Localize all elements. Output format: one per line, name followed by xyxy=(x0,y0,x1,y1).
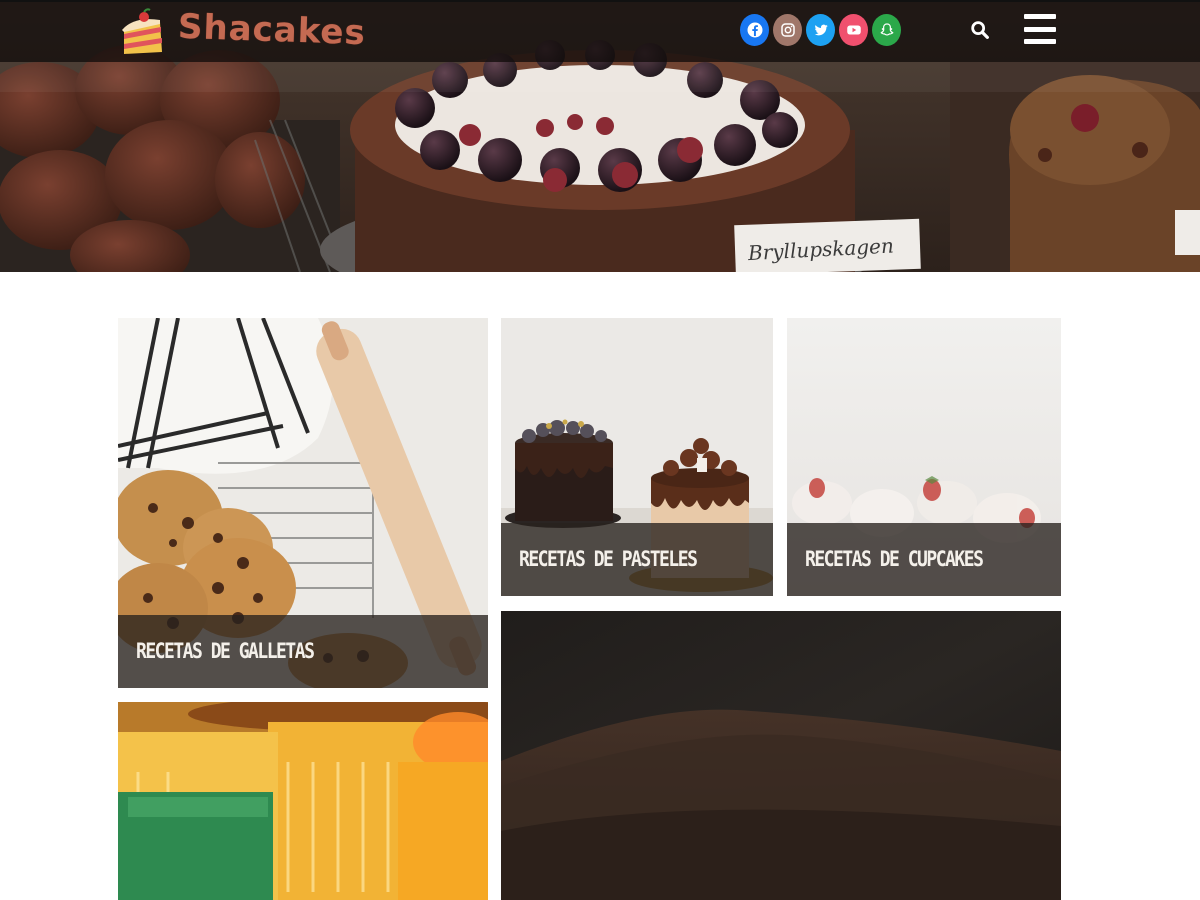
menu-line xyxy=(1024,26,1056,32)
featured-tile[interactable] xyxy=(501,611,1061,900)
category-label: RECETAS DE CUPCAKES xyxy=(805,547,984,572)
twitter-button[interactable] xyxy=(806,14,835,46)
snapchat-icon xyxy=(880,23,893,36)
hero-banner: Bryllupskagen Shacakes xyxy=(0,0,1200,272)
category-caption: RECETAS DE CUPCAKES xyxy=(787,523,1061,596)
category-caption: RECETAS DE PASTELES xyxy=(501,523,773,596)
category-label: RECETAS DE GALLETAS xyxy=(136,639,315,664)
logo-text: Shacakes xyxy=(177,6,367,54)
category-tile-galletas[interactable]: RECETAS DE GALLETAS xyxy=(118,318,488,688)
hamburger-menu-icon[interactable] xyxy=(1024,14,1056,44)
top-navigation-bar: Shacakes xyxy=(0,0,1200,62)
category-tile-pasteles[interactable]: RECETAS DE PASTELES xyxy=(501,318,773,596)
youtube-icon xyxy=(846,25,861,35)
facebook-icon xyxy=(747,22,762,38)
menu-line xyxy=(1024,14,1056,19)
instagram-icon xyxy=(780,23,795,37)
featured-dark-image xyxy=(501,611,1061,900)
youtube-button[interactable] xyxy=(839,14,868,46)
instagram-button[interactable] xyxy=(773,14,802,46)
category-tile-cupcakes[interactable]: RECETAS DE CUPCAKES xyxy=(787,318,1061,596)
category-tile-gelatinas[interactable] xyxy=(118,702,488,900)
cake-slice-icon xyxy=(122,8,162,54)
jelly-image xyxy=(118,702,488,900)
facebook-button[interactable] xyxy=(740,14,769,46)
search-button[interactable] xyxy=(966,16,994,44)
snapchat-button[interactable] xyxy=(872,14,901,46)
search-icon xyxy=(971,21,989,39)
twitter-icon xyxy=(814,24,828,36)
social-links xyxy=(740,14,901,46)
category-caption: RECETAS DE GALLETAS xyxy=(118,615,488,688)
site-logo[interactable]: Shacakes xyxy=(120,6,366,60)
category-label: RECETAS DE PASTELES xyxy=(519,547,698,572)
menu-line xyxy=(1024,39,1056,44)
